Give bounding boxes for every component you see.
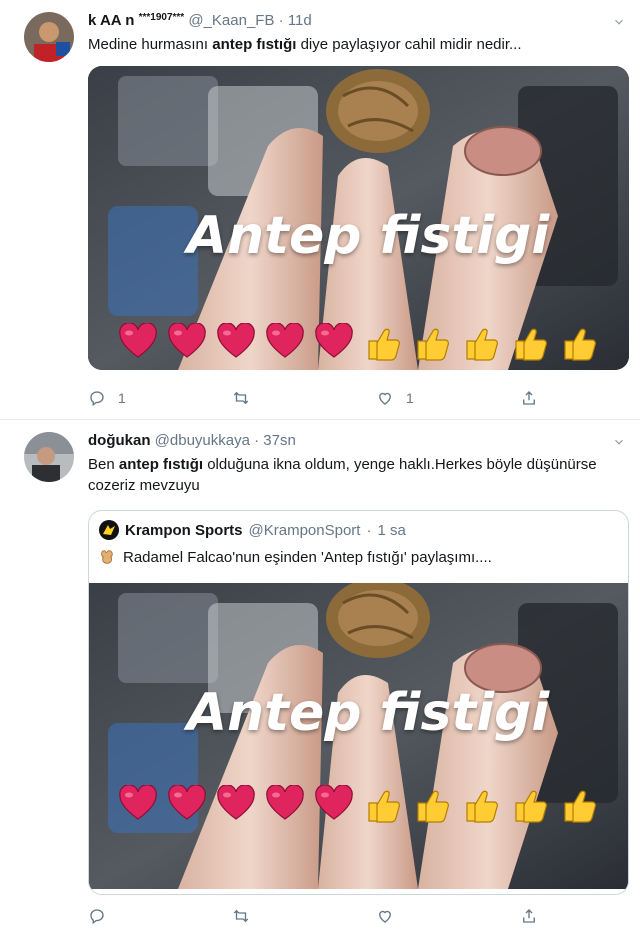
retweet-button[interactable] (232, 388, 262, 408)
heart-emoji-icon (118, 323, 158, 359)
emoji-row (118, 323, 599, 363)
heart-emoji-icon (314, 785, 354, 821)
separator: · (366, 521, 372, 539)
reply-icon (88, 907, 106, 925)
thumbs-up-emoji-icon (559, 323, 599, 363)
tweet-photo[interactable]: Antep fistigi (88, 66, 629, 370)
quoted-tweet-header: Krampon Sports @KramponSport · 1 sa (99, 520, 406, 540)
image-overlay-text: Antep fistigi (186, 206, 550, 266)
retweet-icon (232, 389, 250, 407)
quoted-tweet-photo[interactable]: Antep fistigi (89, 583, 628, 889)
like-icon (376, 389, 394, 407)
author-name[interactable]: doğukan (88, 432, 151, 449)
like-button[interactable] (376, 906, 394, 926)
tweet-text-part: Ben (88, 456, 119, 473)
like-button[interactable]: 1 (376, 388, 414, 408)
avatar[interactable] (99, 520, 119, 540)
thumbs-up-emoji-icon (461, 323, 501, 363)
heart-emoji-icon (314, 323, 354, 359)
thumbs-up-emoji-icon (412, 785, 452, 825)
quoted-tweet-text: Radamel Falcao'nun eşinden 'Antep fıstığ… (99, 548, 492, 566)
emoji-row (118, 785, 599, 825)
separator: · (254, 432, 260, 449)
thumbs-up-emoji-icon (363, 323, 403, 363)
author-badge: ***1907*** (138, 12, 185, 23)
avatar[interactable] (24, 432, 74, 482)
thumbs-up-emoji-icon (412, 323, 452, 363)
quoted-author-handle[interactable]: @KramponSport (249, 522, 361, 539)
heart-emoji-icon (167, 323, 207, 359)
like-icon (376, 907, 394, 925)
tweet-actions: 1 1 (88, 388, 548, 408)
heart-emoji-icon (265, 785, 305, 821)
heart-emoji-icon (216, 323, 256, 359)
reply-count: 1 (118, 390, 126, 406)
tweet-actions (88, 906, 548, 926)
chevron-down-icon[interactable] (612, 15, 626, 29)
tweet-text-part: Medine hurmasını (88, 36, 213, 53)
share-button[interactable] (520, 388, 538, 408)
tweet[interactable]: doğukan @dbuyukkaya · 37sn Ben antep fıs… (0, 420, 640, 942)
quoted-tweet[interactable]: Krampon Sports @KramponSport · 1 sa Rada… (88, 510, 629, 895)
quoted-author-name[interactable]: Krampon Sports (125, 522, 243, 539)
separator: · (278, 12, 284, 29)
quoted-tweet-time: 1 sa (377, 521, 406, 539)
thumbs-up-emoji-icon (461, 785, 501, 825)
tweet-header: k AA n ***1907*** @_Kaan_FB · 11d (88, 12, 312, 29)
tweet-text-part: diye paylaşıyor cahil midir nedir... (296, 36, 522, 53)
tweet[interactable]: k AA n ***1907*** @_Kaan_FB · 11d Medine… (0, 0, 640, 420)
tweet-time[interactable]: 11d (288, 12, 312, 29)
tweet-header: doğukan @dbuyukkaya · 37sn (88, 432, 296, 449)
heart-emoji-icon (167, 785, 207, 821)
thumbs-up-emoji-icon (363, 785, 403, 825)
like-count: 1 (406, 390, 414, 406)
share-icon (520, 389, 538, 407)
tweet-time[interactable]: 37sn (263, 432, 296, 449)
share-button[interactable] (520, 906, 538, 926)
reply-button[interactable]: 1 (88, 388, 126, 408)
retweet-icon (232, 907, 250, 925)
reply-button[interactable] (88, 906, 106, 926)
image-overlay-text: Antep fistigi (186, 683, 550, 743)
tweet-text-bold: antep fıstığı (212, 36, 297, 53)
retweet-button[interactable] (232, 906, 250, 926)
thumbs-up-emoji-icon (510, 323, 550, 363)
author-name[interactable]: k AA n (88, 12, 134, 29)
heart-emoji-icon (265, 323, 305, 359)
thumbs-up-emoji-icon (510, 785, 550, 825)
share-icon (520, 907, 538, 925)
author-handle[interactable]: @_Kaan_FB (188, 12, 274, 29)
quoted-text: Radamel Falcao'nun eşinden 'Antep fıstığ… (123, 548, 492, 566)
avatar[interactable] (24, 12, 74, 62)
peanut-emoji-icon (101, 550, 113, 564)
author-handle[interactable]: @dbuyukkaya (155, 432, 250, 449)
chevron-down-icon[interactable] (612, 435, 626, 449)
tweet-text: Medine hurmasını antep fıstığı diye payl… (88, 34, 628, 55)
tweet-text: Ben antep fıstığı olduğuna ikna oldum, y… (88, 454, 628, 496)
thumbs-up-emoji-icon (559, 785, 599, 825)
reply-icon (88, 389, 106, 407)
heart-emoji-icon (118, 785, 158, 821)
heart-emoji-icon (216, 785, 256, 821)
tweet-text-bold: antep fıstığı (118, 456, 204, 473)
